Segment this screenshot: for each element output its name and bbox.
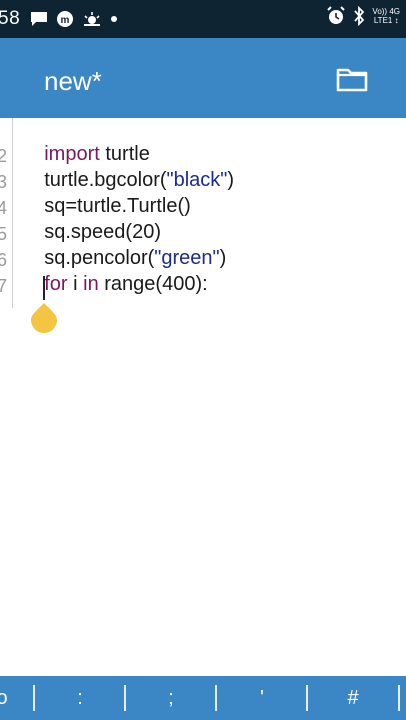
line-number: 7 <box>0 276 7 296</box>
key-o[interactable]: o <box>0 676 12 720</box>
key-colon[interactable]: : <box>35 676 125 720</box>
symbol-bar: o : ; ' # <box>0 676 406 720</box>
code-token: range(400): <box>98 273 208 295</box>
weather-icon <box>82 11 102 27</box>
file-title: new* <box>44 66 102 96</box>
code-token: in <box>83 273 99 295</box>
alarm-icon <box>326 6 346 26</box>
svg-text:m: m <box>61 15 70 26</box>
bluetooth-icon <box>353 6 365 26</box>
status-bar: 58 m Vo)) 4G LTE1 ↕ <box>0 0 406 38</box>
key-hash[interactable]: # <box>308 676 398 720</box>
line-number: 5 <box>0 224 7 244</box>
line-number: 3 <box>0 172 7 192</box>
code-token: ) <box>219 247 227 269</box>
net-bottom-label: LTE1 ↕ <box>373 16 399 25</box>
line-number: 6 <box>0 250 7 270</box>
message-icon <box>30 11 48 27</box>
dot-icon <box>110 15 118 23</box>
cursor-handle[interactable] <box>29 303 59 333</box>
code-token: for <box>44 273 68 295</box>
key-separator <box>398 685 400 711</box>
status-right-icons: Vo)) 4G LTE1 ↕ <box>326 6 400 26</box>
key-quote[interactable]: ' <box>217 676 307 720</box>
key-semicolon[interactable]: ; <box>126 676 216 720</box>
line-number: 2 <box>0 146 7 166</box>
notification-icons: m <box>30 10 118 28</box>
folder-icon[interactable] <box>336 66 368 92</box>
app-bar: new* <box>0 38 406 118</box>
code-token: ) <box>227 169 235 191</box>
text-cursor <box>43 276 45 300</box>
messenger-icon: m <box>56 10 74 28</box>
net-top-label: Vo)) 4G <box>372 7 400 16</box>
gutter-divider <box>12 118 13 308</box>
status-time: 58 <box>0 8 21 29</box>
code-editor[interactable]: 2 3 4 5 6 7 import turtle turtle.bgcolor… <box>0 118 406 676</box>
network-indicator: Vo)) 4G LTE1 ↕ <box>372 7 400 25</box>
code-token: i <box>67 273 84 295</box>
line-number: 4 <box>0 198 7 218</box>
